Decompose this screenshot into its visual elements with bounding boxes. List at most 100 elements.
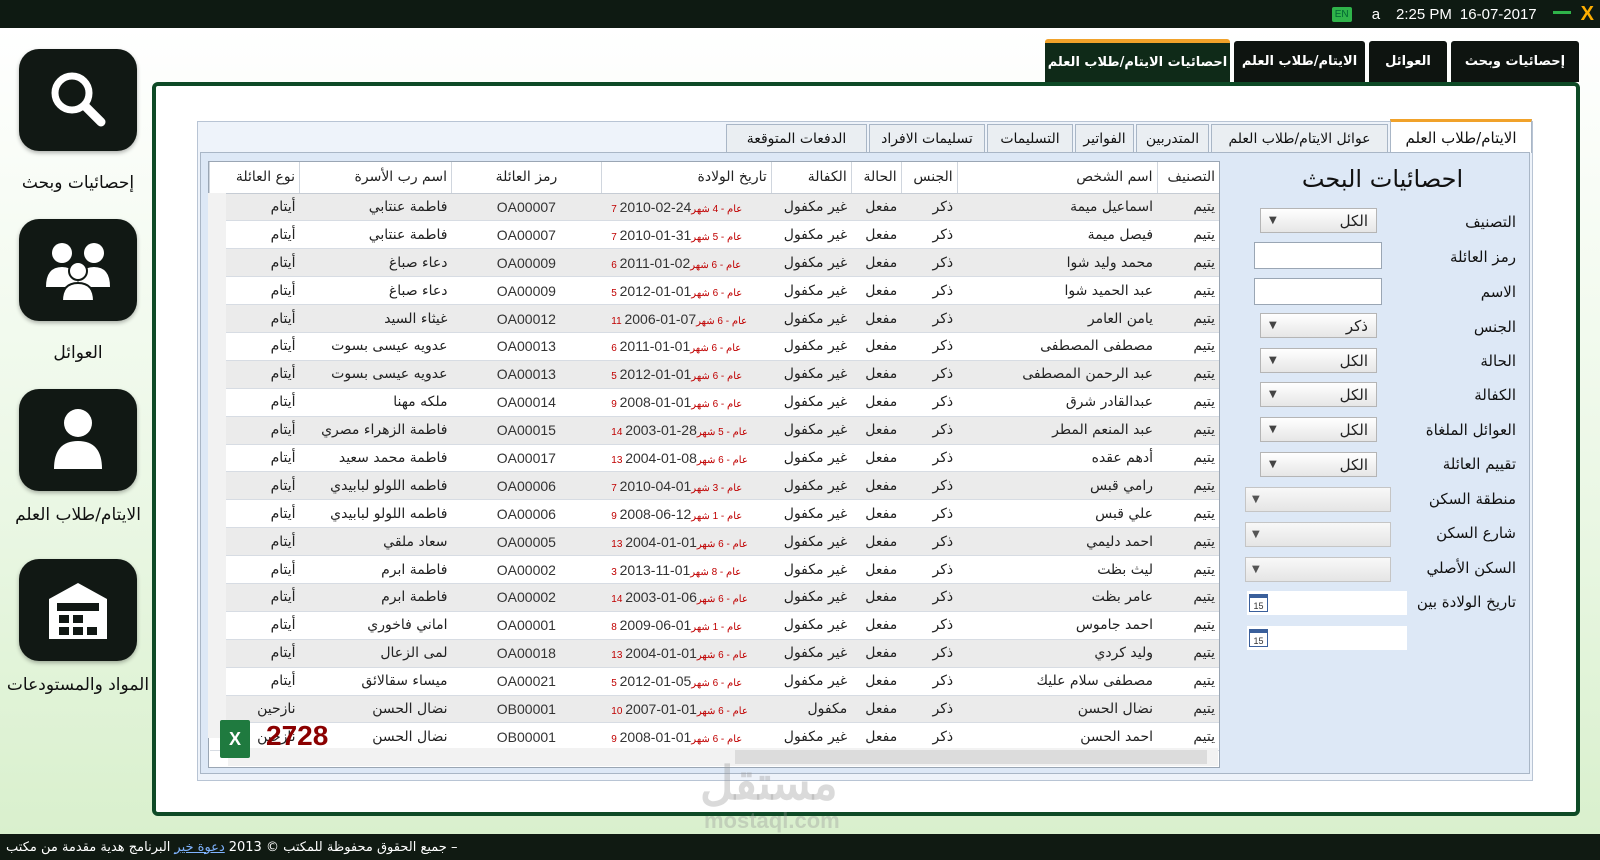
results-grid[interactable]: التصنيف اسم الشخص الجنس الحالة الكفالة ت…: [208, 161, 1220, 768]
table-row[interactable]: يتيم فيصل ميمة ذكر مفعل غير مكفول 7 عام - 5 ش…: [209, 220, 1219, 250]
keyboard-layout-icon[interactable]: EN: [1331, 6, 1352, 22]
vertical-scrollbar[interactable]: [208, 193, 226, 738]
cell-classification: يتيم: [1157, 220, 1219, 250]
table-row[interactable]: يتيم علي قبس ذكر مفعل غير مكفول 9 عام - 1 شهر…: [209, 499, 1219, 529]
col-header-family-head[interactable]: اسم رب الأسرة: [299, 162, 452, 194]
col-header-sponsorship[interactable]: الكفالة: [770, 162, 852, 194]
cell-person-name: ليث بظت: [957, 555, 1158, 584]
cell-status: مفعل: [851, 248, 902, 278]
subtab-expected-payments[interactable]: الدفعات المتوقعة: [726, 124, 867, 152]
person-icon: [54, 409, 102, 469]
col-header-status[interactable]: الحالة: [850, 162, 902, 194]
table-row[interactable]: يتيم يامن العامر ذكر مفعل غير مكفول 11 عام - …: [209, 304, 1219, 333]
cell-status: مفعل: [851, 527, 902, 557]
original-residence-select[interactable]: ▼: [1245, 557, 1391, 582]
table-row[interactable]: يتيم مصطفى المصطفى ذكر مفعل غير مكفول 6 عام -…: [209, 332, 1219, 361]
table-row[interactable]: يتيم عبد المنعم المطر ذكر مفعل غير مكفول 14 ع…: [209, 416, 1219, 445]
subtab-orphans[interactable]: الايتام/طلاب العلم: [1390, 119, 1532, 153]
birth-date-from-picker[interactable]: 15: [1247, 591, 1407, 615]
subtab-deliveries[interactable]: التسليمات: [987, 124, 1073, 152]
table-row[interactable]: يتيم عامر بظت ذكر مفعل غير مكفول 14 عام - 6 ش…: [209, 583, 1219, 612]
cell-sponsorship: غير مكفول: [771, 193, 852, 222]
table-row[interactable]: يتيم اسماعيل ميمة ذكر مفعل غير مكفول 7 عام - …: [209, 193, 1219, 222]
sidebar-item-orphans-label[interactable]: الايتام/طلاب العلم: [6, 503, 150, 528]
cell-status: مفعل: [851, 332, 902, 361]
table-row[interactable]: يتيم احمد دليمي ذكر مفعل غير مكفول 13 عام - 6…: [209, 527, 1219, 557]
birth-date-value: 08-01-2004: [625, 449, 697, 466]
col-header-person-name[interactable]: اسم الشخص: [956, 162, 1158, 194]
sidebar-warehouse-button[interactable]: [19, 559, 137, 661]
tab-families[interactable]: العوائل: [1369, 41, 1447, 82]
cell-family-code: OB00001: [451, 695, 602, 724]
residence-street-select[interactable]: ▼: [1245, 522, 1391, 547]
name-input[interactable]: [1254, 278, 1382, 305]
table-row[interactable]: يتيم مصطفى سلام عليك ذكر مفعل غير مكفول 5 عام…: [209, 667, 1219, 696]
birth-date-value: 05-01-2012: [619, 673, 692, 690]
cell-birth-date: 6 عام - 6 شهر02-01-2011: [601, 248, 772, 278]
chevron-down-icon: ▼: [1252, 494, 1260, 505]
calendar-icon[interactable]: 15: [1249, 629, 1268, 647]
cell-classification: يتيم: [1157, 332, 1219, 361]
subtab-trainees[interactable]: المتدربين: [1136, 124, 1209, 152]
table-row[interactable]: يتيم عبد الحميد شوا ذكر مفعل غير مكفول 5 عام …: [209, 276, 1219, 306]
cell-gender: ذكر: [901, 555, 958, 584]
cell-sponsorship: غير مكفول: [771, 471, 852, 501]
classification-select[interactable]: ▼ الكل: [1260, 208, 1377, 233]
maximize-icon[interactable]: [1552, 11, 1571, 17]
table-row[interactable]: يتيم أدهم عقده ذكر مفعل غير مكفول 13 عام - 6 …: [209, 444, 1219, 473]
sidebar-families-button[interactable]: [19, 219, 137, 321]
status-select[interactable]: ▼ الكل: [1260, 348, 1377, 373]
table-row[interactable]: يتيم ليث بظت ذكر مفعل غير مكفول 3 عام - 8 شهر…: [209, 555, 1219, 584]
table-row[interactable]: يتيم وليد كردي ذكر مفعل غير مكفول 13 عام - 6 …: [209, 639, 1219, 668]
calendar-icon[interactable]: 15: [1249, 594, 1268, 612]
sidebar-search-button[interactable]: [19, 49, 137, 151]
tab-search-stats[interactable]: إحصائيات وبحث: [1451, 41, 1579, 82]
cancelled-families-select[interactable]: ▼ الكل: [1260, 417, 1377, 442]
subtab-orphan-families[interactable]: عوائل الايتام/طلاب العلم: [1211, 124, 1388, 152]
clock-time: 2:25 PM: [1396, 5, 1452, 23]
subtab-individual-deliveries[interactable]: تسليمات الافراد: [869, 124, 985, 152]
close-icon[interactable]: X: [1581, 3, 1594, 26]
table-row[interactable]: يتيم احمد الحسن ذكر مفعل غير مكفول 9 عام - 6 …: [209, 722, 1219, 752]
table-row[interactable]: يتيم محمد وليد شوا ذكر مفعل غير مكفول 6 عام -…: [209, 248, 1219, 278]
family-code-input[interactable]: [1254, 242, 1382, 269]
table-row[interactable]: يتيم نضال الحسن ذكر مفعل مكفول 10 عام - 6 شهر…: [209, 695, 1219, 724]
table-row[interactable]: يتيم رامي قبس ذكر مفعل غير مكفول 7 عام - 3 شه…: [209, 471, 1219, 501]
residence-area-select[interactable]: ▼: [1245, 487, 1391, 512]
family-rating-select[interactable]: ▼ الكل: [1260, 452, 1377, 477]
cell-birth-date: 5 عام - 6 شهر01-01-2012: [601, 360, 772, 389]
tab-orphans[interactable]: الايتام/طلاب العلم: [1234, 41, 1365, 82]
cell-gender: ذكر: [901, 360, 958, 389]
col-header-gender[interactable]: الجنس: [900, 162, 958, 194]
user-name: a: [1371, 5, 1381, 23]
cell-status: مفعل: [851, 193, 902, 222]
cell-sponsorship: غير مكفول: [771, 444, 852, 473]
tab-orphans-stats[interactable]: احصائيات الايتام/طلاب العلم: [1045, 39, 1230, 82]
footer-text-before: البرنامج هدية مقدمة من مكتب: [6, 839, 171, 855]
sidebar-item-warehouse-label[interactable]: المواد والمستودعات: [6, 673, 150, 698]
col-header-family-type[interactable]: نوع العائلة: [209, 162, 300, 194]
cell-classification: يتيم: [1157, 583, 1219, 612]
sidebar-item-search-label[interactable]: إحصائيات وبحث: [6, 171, 150, 196]
sponsorship-value: الكل: [1339, 385, 1368, 404]
table-row[interactable]: يتيم عبدالقادر شرق ذكر مفعل غير مكفول 9 عام -…: [209, 388, 1219, 417]
sidebar-orphans-button[interactable]: [19, 389, 137, 491]
cell-classification: يتيم: [1157, 695, 1219, 724]
col-header-classification[interactable]: التصنيف: [1156, 162, 1219, 194]
sidebar-item-families-label[interactable]: العوائل: [6, 341, 150, 366]
sponsorship-select[interactable]: ▼ الكل: [1260, 382, 1377, 407]
gender-select[interactable]: ▼ ذكر: [1260, 313, 1377, 338]
cell-classification: يتيم: [1157, 722, 1219, 752]
col-header-birth-date[interactable]: تاريخ الولادة: [600, 162, 772, 194]
subtab-invoices[interactable]: الفواتير: [1075, 124, 1134, 152]
birth-date-to-picker[interactable]: 15: [1247, 626, 1407, 650]
cell-gender: ذكر: [901, 639, 958, 668]
cell-family-head: فاطمة ابرم: [299, 555, 452, 584]
table-row[interactable]: يتيم عبد الرحمن المصطفى ذكر مفعل غير مكفول 5 …: [209, 360, 1219, 389]
col-header-family-code[interactable]: رمز العائلة: [450, 162, 602, 194]
birth-date-value: 01-01-2008: [619, 394, 692, 411]
table-row[interactable]: يتيم احمد جاموس ذكر مفعل غير مكفول 8 عام - 1 …: [209, 611, 1219, 640]
cell-gender: ذكر: [901, 416, 958, 445]
footer-link[interactable]: دعوة خير: [174, 840, 224, 855]
excel-export-icon[interactable]: X: [220, 720, 250, 758]
